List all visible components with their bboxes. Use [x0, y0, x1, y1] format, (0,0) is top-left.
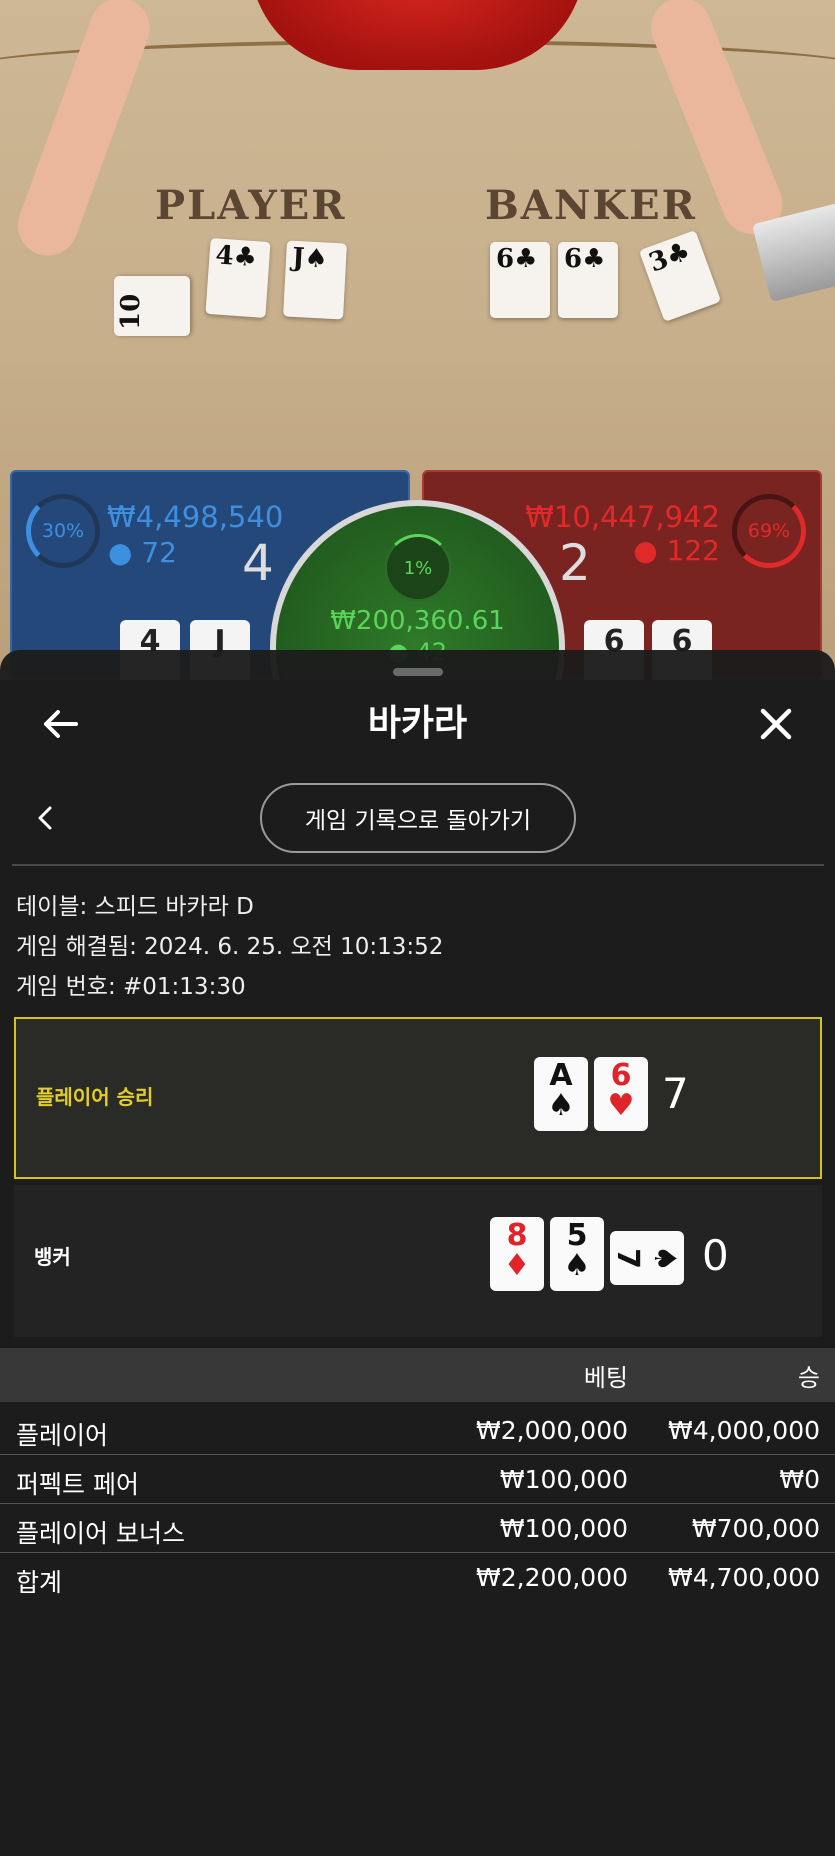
total-win: ₩4,700,000 [668, 1563, 820, 1592]
player-percent-ring: 30% [26, 494, 100, 568]
result-card-six-hearts: 6 ♥ [594, 1057, 648, 1131]
video-card: 6♣ [558, 242, 618, 318]
player-result-score: 7 [662, 1069, 689, 1118]
banker-percent-ring: 69% [732, 494, 806, 568]
banker-total-bet: ₩10,447,942 [525, 500, 720, 534]
back-to-history-button[interactable]: 게임 기록으로 돌아가기 [260, 783, 576, 853]
card-rank: 5 [566, 1218, 588, 1253]
person-icon: ● [633, 534, 658, 567]
card-rank: A [549, 1058, 573, 1093]
column-bet: 베팅 [583, 1364, 628, 1392]
total-label: 합계 [16, 1568, 63, 1597]
felt-banker-label: BANKER [485, 182, 697, 229]
spade-icon: ♠ [547, 1088, 575, 1123]
banker-bettors: 122 [666, 534, 720, 567]
divider [12, 864, 824, 866]
player-result-label: 플레이어 승리 [36, 1085, 154, 1109]
player-bettors: 72 [141, 536, 177, 569]
banker-score: 2 [559, 534, 591, 592]
bets-table-header: 베팅 승 [0, 1348, 835, 1402]
table-row: 플레이어 ₩2,000,000 ₩4,000,000 [0, 1406, 835, 1455]
total-row: 합계 ₩2,200,000 ₩4,700,000 [0, 1553, 835, 1602]
bet-type: 퍼펙트 페어 [16, 1470, 139, 1499]
chevron-left-icon[interactable] [30, 798, 60, 838]
player-bettor-count: ● 72 [108, 536, 177, 569]
video-card: 10 [114, 276, 190, 336]
card-rank: 8 [506, 1218, 528, 1253]
video-card: 3♣ [638, 230, 722, 322]
dealer-left-arm [9, 0, 159, 264]
banker-result-label: 뱅커 [34, 1245, 71, 1269]
player-result-row: 플레이어 승리 A ♠ 6 ♥ 7 [14, 1017, 822, 1179]
banker-result-score: 0 [702, 1231, 729, 1280]
felt-player-label: PLAYER [155, 182, 347, 229]
sheet-drag-handle[interactable] [393, 668, 443, 676]
table-row: 퍼펙트 페어 ₩100,000 ₩0 [0, 1455, 835, 1504]
person-icon: ● [108, 536, 133, 569]
video-card: J♠ [283, 240, 347, 320]
resolved-time: 게임 해결됨: 2024. 6. 25. 오전 10:13:52 [16, 934, 444, 960]
live-video-feed: PLAYER BANKER 10 4♣ J♠ 6♣ 6♣ 3♣ 30% ₩4,4… [0, 0, 835, 680]
result-card-five-spades: 5 ♠ [550, 1217, 604, 1291]
bet-amount: ₩100,000 [499, 1514, 628, 1543]
table-name: 테이블: 스피드 바카라 D [16, 894, 254, 920]
win-amount: ₩700,000 [691, 1514, 820, 1543]
player-score: 4 [242, 534, 274, 592]
heart-icon: ♥ [607, 1088, 635, 1123]
spade-icon: ♠ [563, 1248, 591, 1283]
video-card: 6♣ [490, 242, 550, 318]
win-amount: ₩0 [779, 1465, 820, 1494]
tie-total-bet: ₩200,360.61 [330, 606, 505, 636]
win-amount: ₩4,000,000 [668, 1416, 820, 1445]
card-rank: 7 [609, 1247, 645, 1269]
table-row: 플레이어 보너스 ₩100,000 ₩700,000 [0, 1504, 835, 1553]
result-card-ace-spades: A ♠ [534, 1057, 588, 1131]
banker-bettor-count: ● 122 [633, 534, 720, 567]
sheet-title: 바카라 [367, 703, 468, 744]
total-bet: ₩2,200,000 [476, 1563, 628, 1592]
result-card-eight-diamonds: 8 ♦ [490, 1217, 544, 1291]
video-card: 4♣ [205, 237, 271, 319]
bet-amount: ₩2,000,000 [476, 1416, 628, 1445]
card-rank: 6 [610, 1058, 632, 1093]
tie-percent-ring: 1% [384, 534, 452, 602]
spade-icon: ♠ [646, 1244, 682, 1272]
column-win: 승 [797, 1364, 820, 1392]
close-icon[interactable] [752, 700, 800, 748]
diamond-icon: ♦ [503, 1248, 531, 1283]
bet-type: 플레이어 보너스 [16, 1519, 185, 1548]
bet-amount: ₩100,000 [499, 1465, 628, 1494]
player-total-bet: ₩4,498,540 [107, 500, 284, 534]
banker-result-row: 뱅커 8 ♦ 5 ♠ 7 ♠ 0 [14, 1185, 822, 1337]
bet-type: 플레이어 [16, 1421, 109, 1450]
game-number: 게임 번호: #01:13:30 [16, 974, 246, 1000]
result-card-seven-spades-sideways: 7 ♠ [609, 1231, 684, 1285]
